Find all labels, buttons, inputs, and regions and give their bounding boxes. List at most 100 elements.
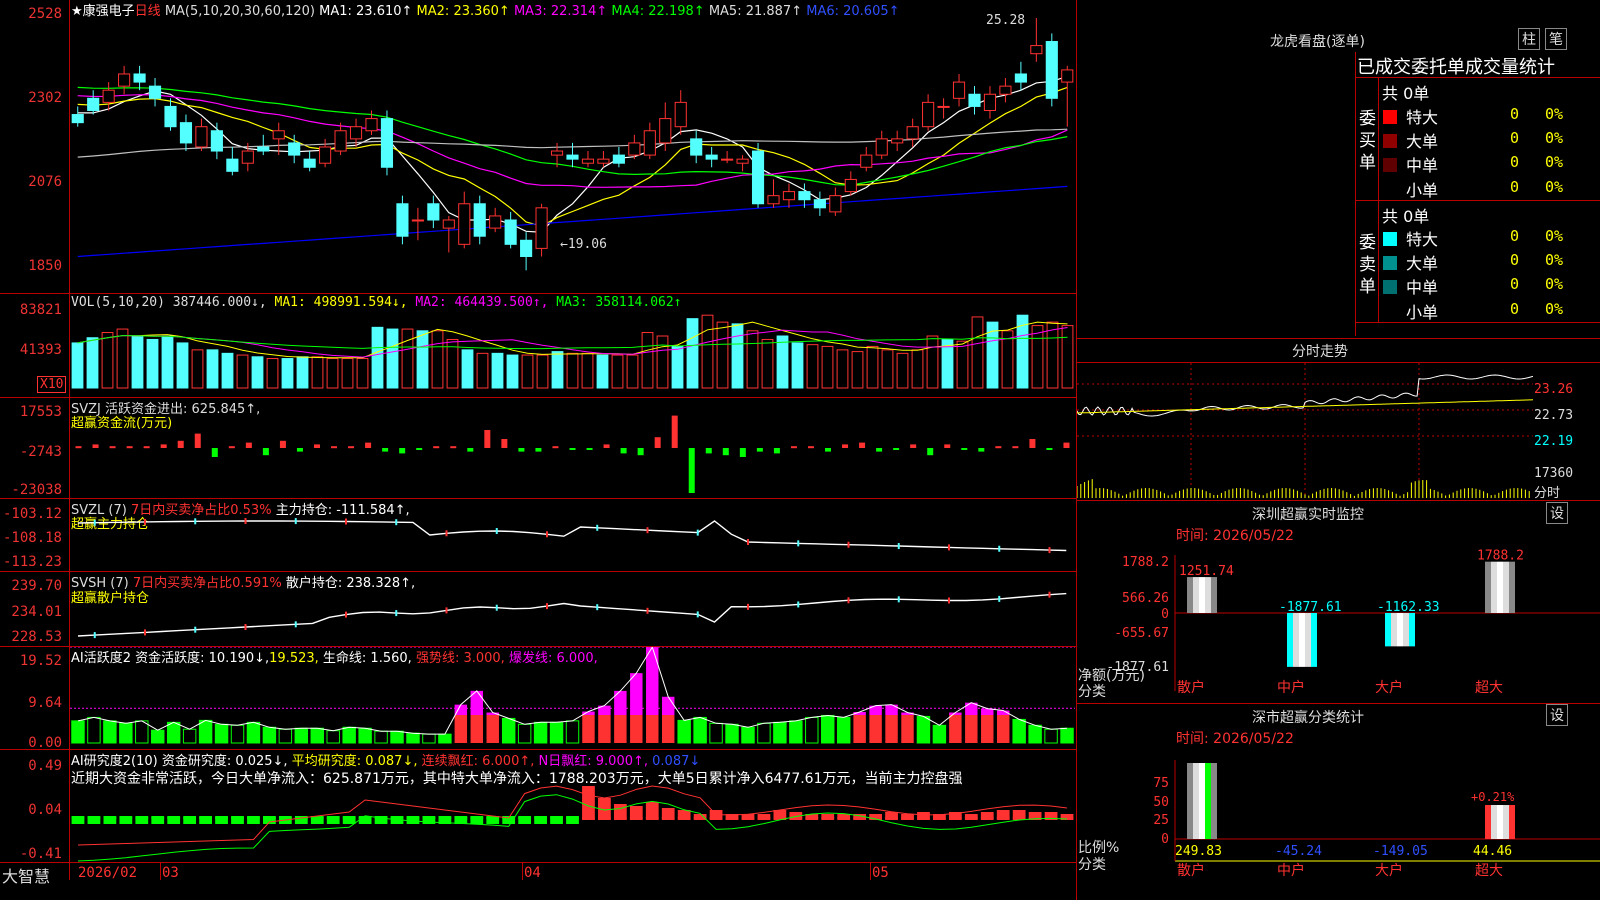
volume-chart (71, 314, 1074, 389)
svzj-bar (927, 448, 934, 456)
svzj-bar (365, 442, 372, 448)
candle-body (643, 130, 656, 156)
svzj-bar (790, 446, 797, 449)
divider-vol (0, 293, 1076, 294)
candle-body (968, 93, 981, 107)
volume-bar (476, 352, 489, 389)
ai1-bar (310, 727, 324, 744)
bar-y-tick: 50 (1153, 795, 1169, 810)
sell-xl-name: 特大 (1406, 230, 1439, 249)
candle-body (550, 150, 564, 156)
bar-超大 (1485, 561, 1515, 613)
ai1-bar (1044, 728, 1058, 744)
ai2-bar (582, 786, 595, 820)
candle-body (705, 154, 718, 160)
svzj-bar (1012, 446, 1019, 449)
ai2-ytick-0: 0.49 (28, 758, 62, 774)
ma6-value: MA6: 20.605↑ (806, 4, 900, 19)
candle-body (520, 239, 533, 257)
volume-bar (536, 354, 549, 389)
ai2-chart (71, 785, 1074, 862)
ai1-bar (709, 722, 723, 744)
svsh-line (77, 592, 1067, 637)
candle-body (442, 219, 455, 229)
classify-settings-button[interactable]: 设 (1546, 704, 1568, 726)
candle-body (813, 199, 826, 209)
bar-segment (1397, 613, 1403, 647)
svzj-bar (143, 446, 150, 449)
buy-m-pct: 0% (1545, 153, 1564, 171)
candle-body (690, 138, 703, 156)
bar-value-label: 44.46 (1473, 844, 1512, 859)
ai1-bar (565, 720, 580, 744)
bar-view-button[interactable]: 柱 (1518, 28, 1540, 50)
monitor-bar-chart: 1251.74 散户 -1877.61 中户 -1162.33 大户 1788.2 超大 178… (1078, 549, 1600, 700)
svzj-bar (92, 444, 99, 448)
bar-segment (1199, 577, 1205, 613)
candle-body (751, 150, 765, 205)
svzj-bar (910, 444, 917, 448)
buy-xl-pct: 0% (1545, 105, 1564, 123)
bar-y-label2: 分类 (1078, 857, 1106, 873)
ma2-value: MA2: 23.360↑ (416, 4, 510, 19)
bar-value-label: -1877.61 (1279, 600, 1342, 615)
svsh-chart (77, 591, 1067, 639)
svzj-bar (1063, 442, 1070, 448)
xaxis-label-3: 05 (872, 865, 889, 881)
candle-body (767, 195, 780, 205)
volume-bar (296, 356, 309, 389)
candle-body (628, 142, 641, 156)
ai1-bar (198, 719, 213, 744)
classify-bar-chart: +0.21% 249.83 散户 -45.24 中户 -149.05 大户 44.46 超大 75… (1078, 760, 1600, 879)
bar-value-label: -45.24 (1275, 844, 1322, 859)
candle-body (1045, 41, 1058, 99)
bar-y-tick: 566.26 (1122, 591, 1169, 606)
volume-bar (881, 349, 894, 389)
svzj-bar (620, 448, 627, 454)
fenshi-avg-line (1077, 399, 1533, 414)
fenshi-chart[interactable] (1077, 363, 1533, 498)
bar-segment (1385, 613, 1391, 647)
candle-body (952, 81, 966, 99)
svzj-bar (603, 444, 610, 448)
bar-category-label: 散户 (1177, 862, 1205, 879)
volume-bar (956, 340, 969, 389)
candle-body (906, 126, 919, 140)
candle-body (365, 118, 378, 132)
tick-view-button[interactable]: 笔 (1545, 28, 1567, 50)
volume-bar (836, 349, 849, 389)
ai1-burst-bar (885, 704, 898, 715)
ai1-bar (501, 717, 516, 744)
volume-bar (236, 354, 249, 389)
svzj-bar (876, 448, 883, 452)
xaxis-tick-2 (522, 862, 523, 880)
buy-xl-swatch (1383, 110, 1397, 124)
candle-body (721, 158, 734, 161)
candle-body (782, 191, 796, 201)
ai1-base-bar (885, 715, 898, 743)
candle-body (195, 126, 208, 148)
cls-bar-segment (1199, 763, 1205, 839)
bar-segment (1305, 613, 1311, 667)
candle-body (288, 142, 301, 156)
ai1-base-bar (661, 715, 675, 743)
buy-m-name: 中单 (1406, 156, 1439, 175)
cls-bar-segment (1497, 805, 1503, 839)
candle-body (87, 97, 100, 111)
candle-body (257, 146, 270, 152)
ai1-bar (135, 720, 149, 744)
stock-title[interactable]: ★康强电子 (71, 4, 135, 19)
ai1-bar (214, 723, 229, 744)
ai1-burst-bar (661, 696, 675, 715)
volume-bar (1046, 321, 1059, 389)
bar-category-label: 超大 (1475, 680, 1503, 696)
ai1-bar (294, 727, 309, 744)
bar-segment (1497, 561, 1503, 613)
monitor-settings-button[interactable]: 设 (1546, 502, 1568, 524)
svzj-bar (262, 448, 269, 456)
period-label[interactable]: 日线 (135, 4, 161, 19)
bar-y-tick: 1788.2 (1122, 555, 1169, 570)
candle-body (674, 101, 687, 128)
candle-body (891, 138, 904, 144)
sell-total: 共 0单 (1382, 207, 1430, 226)
